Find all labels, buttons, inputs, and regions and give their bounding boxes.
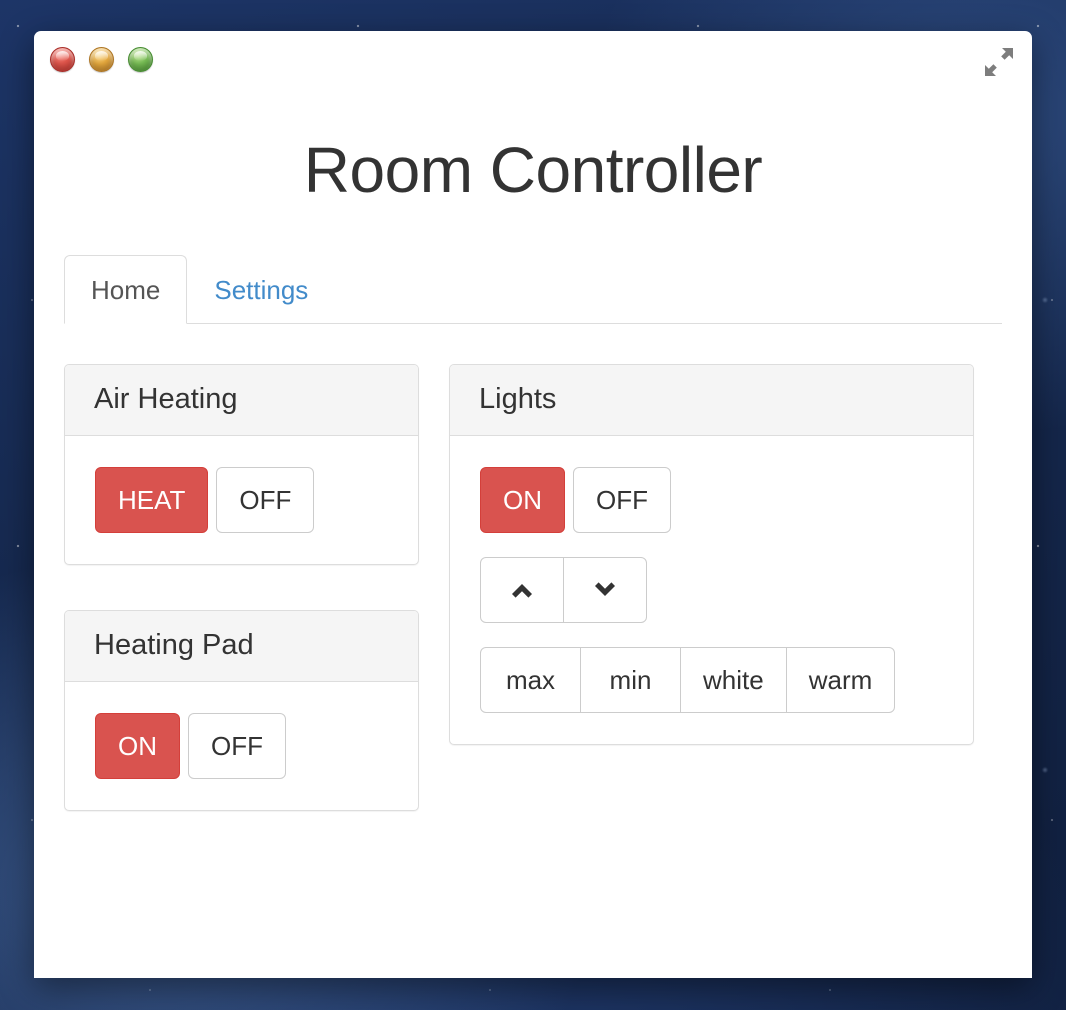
tab-settings[interactable]: Settings xyxy=(187,255,335,324)
left-column: Air Heating HEAT OFF Heating Pad ON OFF xyxy=(64,364,419,811)
lights-power-controls: ON OFF xyxy=(480,466,943,533)
lights-preset-white-button[interactable]: white xyxy=(680,646,787,713)
air-heating-off-button[interactable]: OFF xyxy=(216,466,315,533)
panel-air-heating-header: Air Heating xyxy=(65,365,418,436)
lights-preset-warm-button[interactable]: warm xyxy=(785,646,896,713)
panel-air-heating: Air Heating HEAT OFF xyxy=(64,364,419,565)
panel-grid: Air Heating HEAT OFF Heating Pad ON OFF … xyxy=(64,364,1002,811)
air-heating-heat-button[interactable]: HEAT xyxy=(95,466,209,533)
window-zoom-button[interactable] xyxy=(128,47,153,72)
heating-pad-on-button[interactable]: ON xyxy=(95,712,180,779)
lights-brighter-button[interactable] xyxy=(480,556,564,623)
heating-pad-off-button[interactable]: OFF xyxy=(188,712,286,779)
panel-lights-title: Lights xyxy=(479,383,557,415)
lights-on-button[interactable]: ON xyxy=(480,466,565,533)
panel-lights-body: ON OFF max min white warm xyxy=(450,436,973,744)
panel-lights-header: Lights xyxy=(450,365,973,436)
panel-heating-pad: Heating Pad ON OFF xyxy=(64,609,419,811)
panel-heating-pad-header: Heating Pad xyxy=(65,610,418,682)
panel-heating-pad-title: Heating Pad xyxy=(94,628,254,661)
air-heating-controls: HEAT OFF xyxy=(95,466,388,533)
expand-arrows-icon[interactable] xyxy=(984,47,1014,77)
lights-preset-min-button[interactable]: min xyxy=(580,646,681,713)
panel-air-heating-body: HEAT OFF xyxy=(65,436,418,564)
lights-dimmer-button[interactable] xyxy=(563,556,647,623)
lights-preset-controls: max min white warm xyxy=(480,646,943,713)
page-title: Room Controller xyxy=(303,134,763,206)
application-window: Room Controller Home Settings Air Heatin… xyxy=(34,31,1032,978)
chevron-down-icon xyxy=(595,582,615,596)
lights-off-button[interactable]: OFF xyxy=(573,466,671,533)
lights-preset-max-button[interactable]: max xyxy=(480,646,581,713)
heating-pad-controls: ON OFF xyxy=(95,712,388,779)
tab-bar: Home Settings xyxy=(64,255,1002,324)
page-content: Room Controller Home Settings Air Heatin… xyxy=(34,89,1032,811)
window-close-button[interactable] xyxy=(50,47,75,72)
window-minimize-button[interactable] xyxy=(89,47,114,72)
lights-dim-controls xyxy=(480,556,943,623)
panel-lights: Lights ON OFF max min white warm xyxy=(449,364,974,745)
window-titlebar xyxy=(34,31,1032,89)
chevron-up-icon xyxy=(512,583,532,598)
panel-air-heating-title: Air Heating xyxy=(94,383,238,415)
right-column: Lights ON OFF max min white warm xyxy=(449,364,974,745)
panel-heating-pad-body: ON OFF xyxy=(65,682,418,810)
tab-home[interactable]: Home xyxy=(64,255,188,324)
